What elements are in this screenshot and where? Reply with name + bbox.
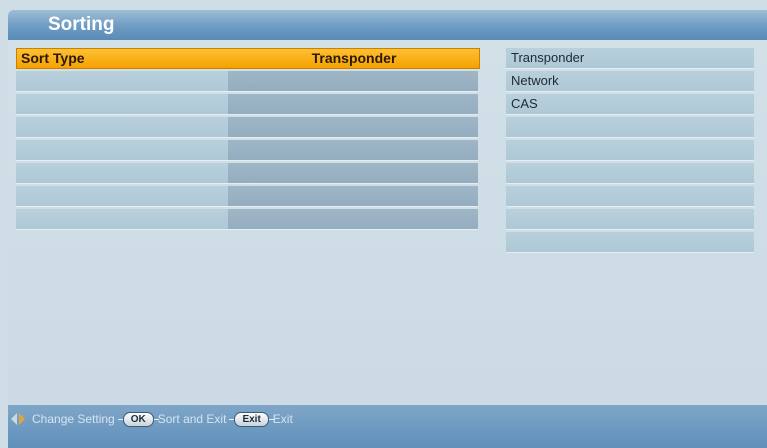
setting-row (16, 117, 480, 138)
setting-label-cell (16, 163, 228, 184)
setting-row (16, 186, 480, 207)
content-area: Sort Type Transponder Transponder Networ… (8, 40, 767, 405)
setting-row (16, 209, 480, 230)
title-bar: Sorting (8, 10, 767, 40)
option-item-empty (506, 209, 754, 230)
option-item-empty (506, 117, 754, 138)
setting-value-cell (228, 186, 478, 207)
left-right-arrow-icon (10, 411, 26, 427)
option-item-transponder[interactable]: Transponder (506, 48, 754, 69)
exit-label: Exit (272, 412, 293, 426)
option-item-empty (506, 232, 754, 253)
setting-row (16, 140, 480, 161)
setting-row-sort-type[interactable]: Sort Type Transponder (16, 48, 480, 69)
option-item-empty (506, 140, 754, 161)
setting-row (16, 94, 480, 115)
help-bar: Change Setting OK Sort and Exit Exit Exi… (8, 405, 767, 448)
settings-table: Sort Type Transponder (16, 48, 480, 232)
setting-label-cell (16, 209, 228, 230)
setting-value-cell (228, 140, 478, 161)
exit-key-icon[interactable]: Exit (229, 411, 275, 427)
setting-label-cell (16, 71, 228, 92)
setting-label-cell (16, 186, 228, 207)
setting-value-cell (228, 71, 478, 92)
setting-label-cell (16, 140, 228, 161)
sort-and-exit-label: Sort and Exit (157, 412, 227, 426)
sort-options-list: Transponder Network CAS (506, 48, 754, 255)
setting-value-cell (228, 117, 478, 138)
setting-label-cell (16, 94, 228, 115)
setting-label-cell (16, 117, 228, 138)
change-setting-label: Change Setting (32, 412, 115, 426)
page-title: Sorting (48, 14, 115, 35)
option-item-network[interactable]: Network (506, 71, 754, 92)
option-item-empty (506, 186, 754, 207)
help-hints: Change Setting OK Sort and Exit Exit Exi… (8, 410, 293, 428)
setting-row (16, 163, 480, 184)
setting-value-cell (228, 163, 478, 184)
setting-value-cell (228, 209, 478, 230)
setting-row (16, 71, 480, 92)
option-item-empty (506, 163, 754, 184)
sorting-screen: Sorting Sort Type Transponder Transponde… (0, 0, 767, 448)
setting-label: Sort Type (21, 50, 85, 66)
ok-key-icon[interactable]: OK (117, 411, 159, 427)
option-item-cas[interactable]: CAS (506, 94, 754, 115)
setting-value[interactable]: Transponder (229, 49, 479, 68)
setting-value-cell (228, 94, 478, 115)
